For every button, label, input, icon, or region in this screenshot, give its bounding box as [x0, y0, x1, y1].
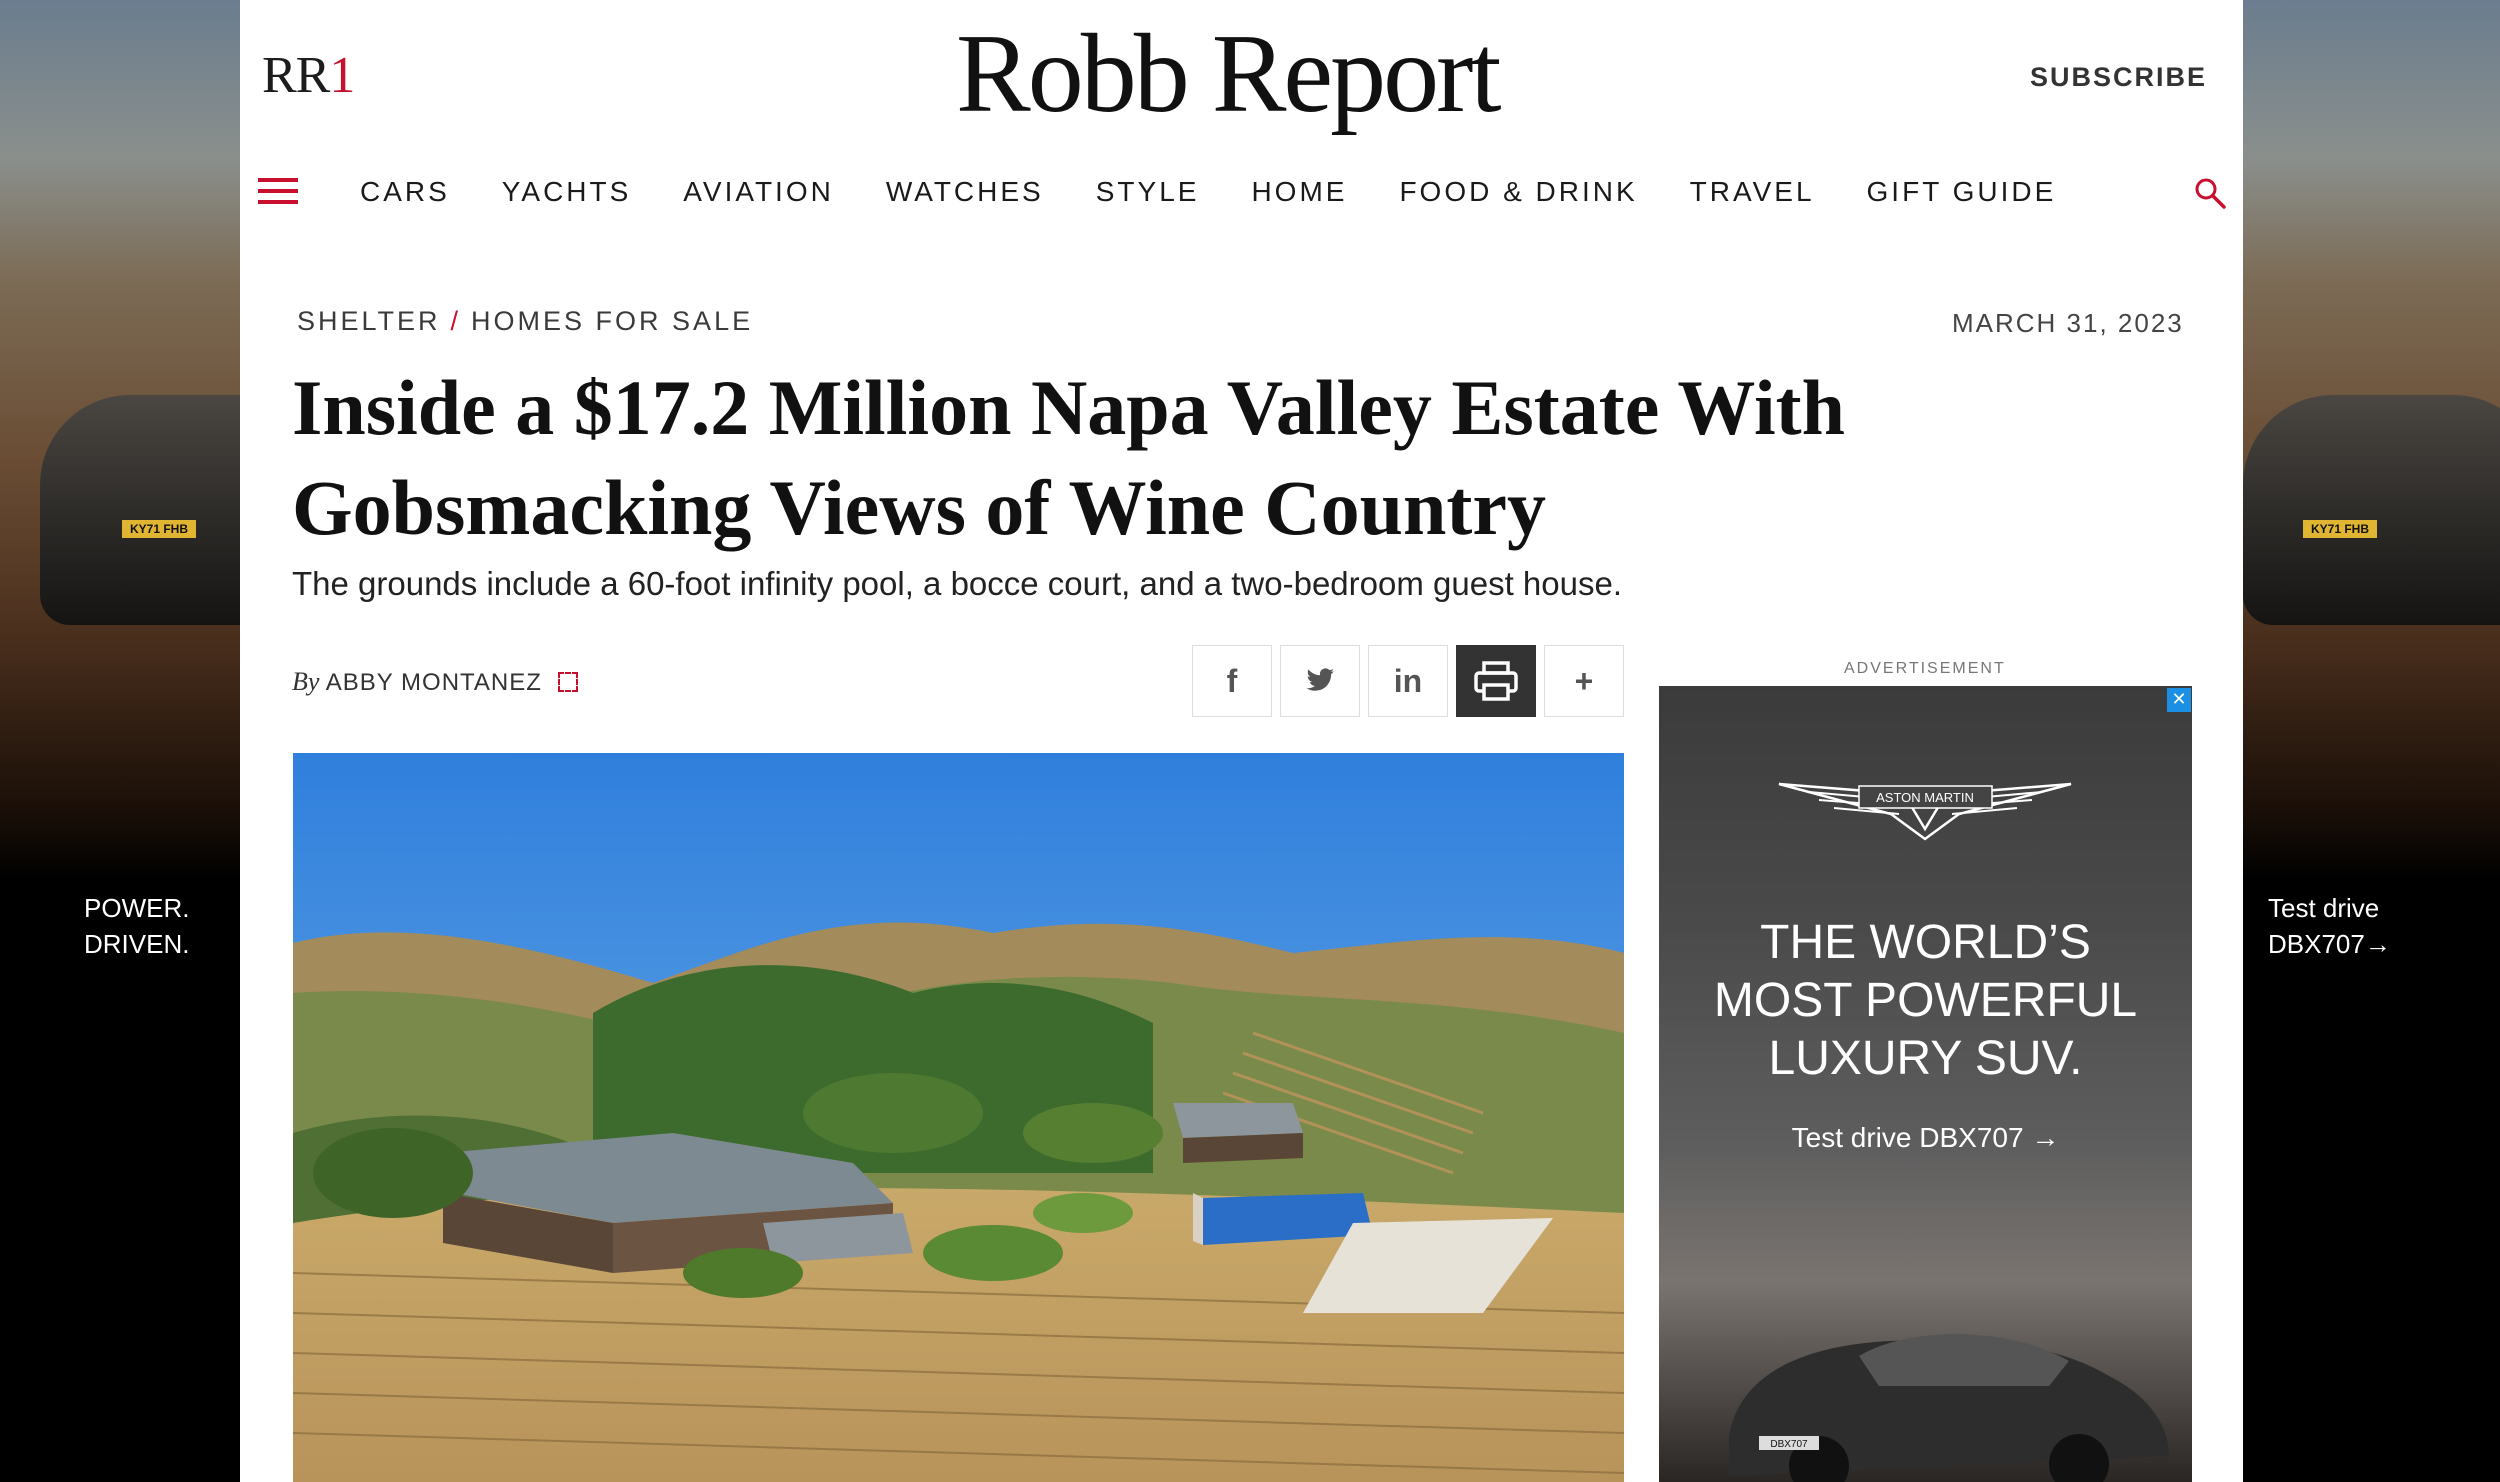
- author-name[interactable]: ABBY MONTANEZ: [326, 669, 542, 696]
- side-ad-car-image: [40, 395, 240, 625]
- ad-headline-line: THE WORLD’S: [1760, 916, 2091, 969]
- side-ad-tagline-line: DRIVEN.: [84, 929, 190, 959]
- breadcrumb-separator: /: [450, 306, 462, 336]
- article-headline: Inside a $17.2 Million Napa Valley Estat…: [292, 364, 1846, 551]
- nav-item-style[interactable]: STYLE: [1096, 176, 1200, 208]
- publish-date: MARCH 31, 2023: [1952, 308, 2184, 338]
- print-icon: [1474, 661, 1518, 701]
- side-ad-black-band: [2243, 880, 2500, 1482]
- byline-prefix: By: [292, 667, 320, 696]
- nav-item-food-drink[interactable]: FOOD & DRINK: [1399, 176, 1637, 208]
- nav-item-aviation[interactable]: AVIATION: [683, 176, 834, 208]
- nav-item-gift-guide[interactable]: GIFT GUIDE: [1867, 176, 2057, 208]
- side-ad-cta-line: Test drive: [2268, 893, 2380, 923]
- side-ad-black-band: [0, 880, 240, 1482]
- twitter-share-button[interactable]: [1280, 645, 1360, 717]
- ad-brand-text: ASTON MARTIN: [1876, 790, 1974, 805]
- print-button[interactable]: [1456, 645, 1536, 717]
- nav-item-travel[interactable]: TRAVEL: [1690, 176, 1815, 208]
- advertisement-label: ADVERTISEMENT: [1844, 660, 2006, 677]
- nav-item-cars[interactable]: CARS: [360, 176, 450, 208]
- rr1-logo[interactable]: RR1: [262, 46, 355, 105]
- breadcrumb-homes-for-sale[interactable]: HOMES FOR SALE: [471, 306, 753, 336]
- byline: By ABBY MONTANEZ: [292, 667, 578, 697]
- rr1-letters: RR: [262, 47, 330, 104]
- side-ad-right[interactable]: KY71 FHB Test drive DBX707→: [2243, 0, 2500, 1482]
- search-icon[interactable]: [2193, 176, 2227, 210]
- linkedin-share-button[interactable]: in: [1368, 645, 1448, 717]
- more-share-button[interactable]: +: [1544, 645, 1624, 717]
- breadcrumb: SHELTER / HOMES FOR SALE: [297, 306, 753, 337]
- linkedin-icon: in: [1393, 662, 1423, 699]
- twitter-icon: [1306, 668, 1334, 691]
- ad-cta-link[interactable]: Test drive DBX707 →: [1659, 1122, 2192, 1154]
- main-page: RR1 Robb Report SUBSCRIBE CARS YACHTS AV…: [240, 0, 2243, 1482]
- ad-headline: THE WORLD’S MOST POWERFUL LUXURY SUV.: [1659, 914, 2192, 1088]
- side-ad-plate: KY71 FHB: [2303, 520, 2377, 538]
- ad-close-icon[interactable]: ✕: [2167, 688, 2191, 712]
- hero-image[interactable]: [293, 753, 1624, 1482]
- side-ad-car-image: [2243, 395, 2500, 625]
- aston-martin-ad[interactable]: ✕ ASTON MARTIN THE WORLD’S MOST POWERFUL…: [1659, 686, 2192, 1482]
- article-dek: The grounds include a 60-foot infinity p…: [292, 565, 1622, 602]
- aston-martin-wings-logo: ASTON MARTIN: [1778, 782, 2072, 841]
- side-ad-tagline: POWER. DRIVEN.: [84, 890, 189, 962]
- nav-item-home[interactable]: HOME: [1251, 176, 1347, 208]
- ad-car-image: DBX707: [1729, 1334, 2169, 1482]
- breadcrumb-shelter[interactable]: SHELTER: [297, 306, 441, 336]
- facebook-share-button[interactable]: f: [1192, 645, 1272, 717]
- menu-icon[interactable]: [258, 178, 298, 208]
- site-logo[interactable]: Robb Report: [956, 10, 1502, 139]
- rr1-digit: 1: [329, 47, 355, 104]
- ad-car-plate: DBX707: [1770, 1439, 1808, 1450]
- ad-headline-line: MOST POWERFUL: [1713, 974, 2138, 1027]
- share-bar: f in +: [1192, 645, 1624, 717]
- subscribe-link[interactable]: SUBSCRIBE: [2030, 62, 2207, 93]
- estate-aerial-photo: [293, 753, 1624, 1482]
- side-ad-tagline-line: POWER.: [84, 893, 190, 923]
- nav-item-yachts[interactable]: YACHTS: [502, 176, 632, 208]
- facebook-icon: f: [1226, 662, 1238, 699]
- ad-headline-line: LUXURY SUV.: [1768, 1032, 2083, 1085]
- author-follow-icon[interactable]: [557, 672, 578, 692]
- main-nav: CARS YACHTS AVIATION WATCHES STYLE HOME …: [360, 176, 2108, 208]
- side-ad-plate: KY71 FHB: [122, 520, 196, 538]
- side-ad-cta-line: DBX707→: [2268, 929, 2391, 959]
- side-ad-cta[interactable]: Test drive DBX707→: [2268, 890, 2391, 962]
- side-ad-left[interactable]: KY71 FHB POWER. DRIVEN.: [0, 0, 240, 1482]
- nav-item-watches[interactable]: WATCHES: [886, 176, 1044, 208]
- plus-icon: +: [1574, 662, 1594, 699]
